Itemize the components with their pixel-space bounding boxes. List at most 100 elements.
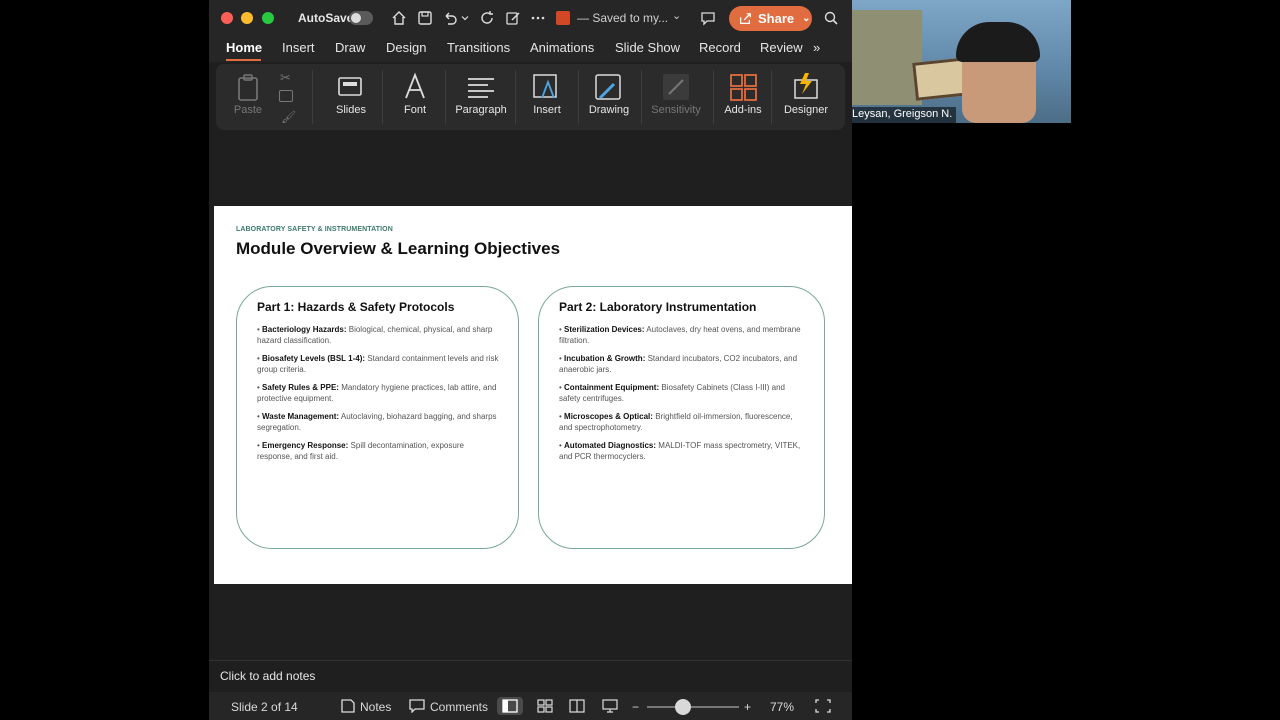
ribbon-separator — [771, 70, 772, 124]
participant-name: Leysan, Greigson N. — [852, 107, 957, 123]
paragraph-label: Paragraph — [455, 104, 507, 116]
copy-icon[interactable] — [279, 90, 293, 102]
save-icon[interactable] — [415, 8, 435, 28]
ribbon-separator — [312, 70, 313, 124]
ribbon-tabs: Home Insert Draw Design Transitions Anim… — [209, 36, 852, 62]
slide-show-icon[interactable] — [602, 699, 618, 713]
sensitivity-label-icon — [663, 74, 689, 100]
ribbon-separator — [382, 70, 383, 124]
normal-view-icon — [502, 699, 518, 713]
paste-button[interactable]: Paste — [228, 64, 268, 130]
powerpoint-document-icon — [556, 11, 570, 25]
part2-title: Part 2: Laboratory Instrumentation — [559, 300, 757, 314]
current-slide[interactable]: LABORATORY SAFETY & INSTRUMENTATION Modu… — [214, 206, 852, 584]
list-item: • Biosafety Levels (BSL 1-4): Standard c… — [257, 354, 499, 374]
tab-record[interactable]: Record — [699, 40, 741, 55]
addins-button[interactable]: Add-ins — [716, 64, 770, 130]
notes-icon[interactable] — [340, 699, 356, 713]
powerpoint-window: AutoSave — Saved to my... ⌄ Share ⌄ Home… — [209, 0, 852, 720]
tab-slide-show[interactable]: Slide Show — [615, 40, 680, 55]
ribbon-toolbar: Paste ✂ 🖌 Slides Font Paragraph Insert D… — [216, 64, 845, 130]
zoom-window-button[interactable] — [262, 12, 274, 24]
redo-icon[interactable] — [477, 8, 497, 28]
screen: AutoSave — Saved to my... ⌄ Share ⌄ Home… — [0, 0, 1280, 720]
search-icon[interactable] — [821, 8, 841, 28]
list-item: • Microscopes & Optical: Brightfield oil… — [559, 412, 793, 432]
zoom-slider[interactable] — [647, 706, 739, 708]
undo-icon[interactable] — [440, 8, 460, 28]
tab-animations[interactable]: Animations — [530, 40, 594, 55]
paste-label: Paste — [233, 104, 263, 116]
reading-view-icon[interactable] — [569, 699, 585, 713]
font-label: Font — [403, 104, 426, 116]
tab-home[interactable]: Home — [226, 40, 262, 55]
comments-icon[interactable] — [409, 699, 425, 713]
notes-placeholder[interactable]: Click to add notes — [220, 669, 315, 683]
list-item: • Safety Rules & PPE: Mandatory hygiene … — [257, 383, 497, 403]
drawing-shapes-icon — [595, 74, 621, 100]
designer-icon — [794, 73, 818, 99]
more-options-icon[interactable] — [528, 8, 548, 28]
share-label: Share — [758, 11, 795, 26]
zoom-in-button[interactable]: + — [744, 700, 751, 714]
share-chevron-icon: ⌄ — [802, 13, 811, 24]
edit-pen-icon[interactable] — [503, 8, 523, 28]
sensitivity-button[interactable]: Sensitivity — [644, 64, 708, 130]
insert-label: Insert — [533, 104, 561, 116]
autosave-toggle[interactable] — [349, 11, 373, 25]
slide-kicker: LABORATORY SAFETY & INSTRUMENTATION — [236, 226, 393, 233]
insert-button[interactable]: Insert — [518, 64, 576, 130]
share-button[interactable]: Share ⌄ — [729, 6, 812, 31]
zoom-out-button[interactable]: − — [632, 700, 639, 714]
home-icon[interactable] — [389, 8, 409, 28]
list-item: • Containment Equipment: Biosafety Cabin… — [559, 383, 785, 403]
addins-label: Add-ins — [724, 104, 762, 116]
sensitivity-label: Sensitivity — [651, 104, 701, 116]
minimize-window-button[interactable] — [241, 12, 253, 24]
comments-toggle[interactable]: Comments — [430, 700, 488, 714]
more-tabs-chevron-icon[interactable]: » — [813, 40, 820, 55]
tab-draw[interactable]: Draw — [335, 40, 365, 55]
ribbon-separator — [641, 70, 642, 124]
format-painter-icon[interactable]: 🖌 — [281, 110, 296, 124]
share-icon — [739, 12, 751, 24]
tab-design[interactable]: Design — [386, 40, 426, 55]
notes-pane[interactable]: Click to add notes — [209, 660, 852, 692]
ribbon-separator — [515, 70, 516, 124]
designer-label: Designer — [783, 104, 829, 116]
ribbon-separator — [578, 70, 579, 124]
zoom-level[interactable]: 77% — [770, 700, 794, 714]
video-shelf — [852, 10, 922, 105]
paragraph-button[interactable]: Paragraph — [448, 64, 514, 130]
part1-title: Part 1: Hazards & Safety Protocols — [257, 300, 455, 314]
save-status-chevron-icon[interactable]: ⌄ — [672, 9, 681, 22]
clipboard-icon — [238, 74, 258, 101]
participant-video-tile[interactable]: Leysan, Greigson N. — [852, 0, 1071, 123]
tab-insert[interactable]: Insert — [282, 40, 315, 55]
close-window-button[interactable] — [221, 12, 233, 24]
cut-icon[interactable]: ✂ — [280, 70, 291, 86]
list-item: • Sterilization Devices: Autoclaves, dry… — [559, 325, 801, 345]
font-button[interactable]: Font — [386, 64, 444, 130]
zoom-slider-thumb[interactable] — [675, 699, 691, 715]
insert-textbox-icon — [533, 74, 557, 99]
part2-card: Part 2: Laboratory Instrumentation • Ste… — [538, 286, 825, 549]
notes-toggle[interactable]: Notes — [360, 700, 391, 714]
slides-button[interactable]: Slides — [321, 64, 381, 130]
undo-dropdown-chevron-icon[interactable] — [459, 8, 471, 28]
list-item: • Emergency Response: Spill decontaminat… — [257, 441, 464, 461]
drawing-label: Drawing — [588, 104, 630, 116]
active-tab-indicator — [226, 59, 261, 61]
slide-sorter-icon[interactable] — [537, 699, 553, 713]
tab-review[interactable]: Review — [760, 40, 803, 55]
drawing-button[interactable]: Drawing — [580, 64, 638, 130]
designer-button[interactable]: Designer — [774, 64, 838, 130]
comment-icon[interactable] — [698, 8, 718, 28]
new-slide-icon — [338, 77, 362, 96]
ribbon-separator — [713, 70, 714, 124]
tab-transitions[interactable]: Transitions — [447, 40, 510, 55]
fit-to-window-icon[interactable] — [815, 699, 831, 713]
normal-view-button[interactable] — [497, 697, 523, 715]
addins-grid-icon — [730, 74, 757, 101]
document-save-status[interactable]: — Saved to my... — [577, 11, 668, 25]
